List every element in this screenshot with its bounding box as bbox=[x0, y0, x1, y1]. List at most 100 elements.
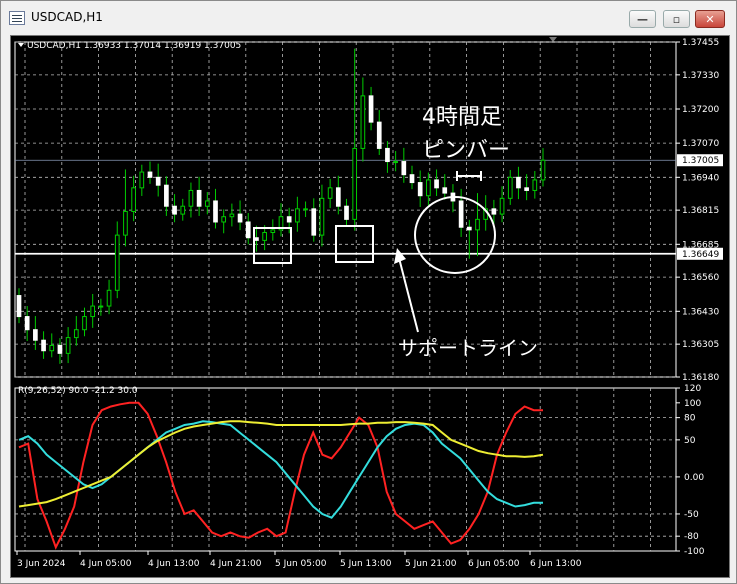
annotation-support-line: サポートライン bbox=[398, 336, 538, 360]
minimize-icon: — bbox=[637, 13, 648, 26]
candle bbox=[516, 166, 521, 200]
candle-body bbox=[303, 208, 308, 211]
candle-body bbox=[196, 189, 202, 207]
candle-body bbox=[475, 218, 480, 231]
candle-body bbox=[327, 187, 333, 199]
candle bbox=[450, 184, 456, 213]
candle bbox=[221, 209, 227, 234]
candle bbox=[106, 279, 112, 315]
chart-window: USDCAD,H1 — ▫ ✕ 1.37455 1.37330 1.37200 1.3… bbox=[0, 0, 737, 584]
candle bbox=[41, 331, 46, 359]
oscillator-axis-label: -80 bbox=[684, 532, 699, 542]
candle-body bbox=[213, 200, 218, 223]
candle-body bbox=[524, 187, 529, 191]
candle bbox=[114, 221, 120, 299]
time-axis-label: 5 Jun 13:00 bbox=[340, 559, 392, 569]
candle-body bbox=[499, 197, 505, 215]
candle bbox=[311, 198, 317, 242]
candle-body bbox=[16, 295, 22, 318]
candle bbox=[188, 182, 194, 218]
chart-app-icon bbox=[9, 11, 25, 25]
candle-body bbox=[466, 226, 472, 231]
candle-body bbox=[237, 213, 243, 223]
candle-body bbox=[532, 179, 538, 191]
price-axis-label: 1.36815 bbox=[682, 206, 719, 216]
time-axis-label: 4 Jun 21:00 bbox=[210, 559, 262, 569]
candle bbox=[524, 174, 529, 201]
minimize-button[interactable]: — bbox=[629, 10, 656, 28]
oscillator-axis-label: 80 bbox=[684, 414, 696, 424]
candle-body bbox=[98, 305, 104, 308]
candle bbox=[155, 163, 161, 197]
candle-body bbox=[106, 289, 112, 307]
candle-body bbox=[254, 237, 259, 241]
timeframe-bracket bbox=[456, 171, 482, 181]
candle bbox=[303, 201, 308, 217]
oscillator-axis-label: 100 bbox=[684, 399, 701, 409]
candle bbox=[98, 298, 104, 316]
candle-body bbox=[335, 187, 341, 207]
candle-body bbox=[245, 221, 251, 239]
chart-shift-triangle-icon bbox=[549, 37, 557, 42]
candle-body bbox=[426, 179, 431, 197]
candle-body bbox=[385, 147, 390, 163]
candle bbox=[33, 316, 38, 350]
candle bbox=[57, 338, 63, 364]
candle-body bbox=[516, 176, 521, 189]
candle bbox=[229, 203, 235, 227]
annotation-pinbar: ピンバー bbox=[422, 138, 510, 163]
candle-body bbox=[458, 200, 464, 228]
candle-body bbox=[139, 171, 145, 189]
candle-body bbox=[409, 174, 415, 184]
candle-body bbox=[123, 210, 128, 236]
candle bbox=[335, 175, 341, 215]
candle bbox=[49, 333, 55, 358]
price-axis-label: 1.36180 bbox=[682, 373, 719, 383]
candle-body bbox=[33, 329, 38, 341]
candle-body bbox=[286, 216, 292, 223]
support-arrow-shaft bbox=[398, 257, 419, 333]
candle-body bbox=[155, 176, 161, 186]
candle bbox=[123, 169, 128, 247]
candle-body bbox=[491, 208, 497, 215]
candle bbox=[90, 293, 96, 328]
candle bbox=[376, 110, 382, 155]
chart-canvas[interactable]: 1.37455 1.37330 1.37200 1.37070 1.36940 1.368… bbox=[11, 36, 729, 577]
time-axis-label: 5 Jun 21:00 bbox=[405, 559, 457, 569]
candle-body bbox=[295, 208, 300, 223]
candle bbox=[532, 171, 538, 199]
candle bbox=[131, 175, 136, 222]
candle-body bbox=[344, 205, 349, 220]
candle bbox=[278, 203, 284, 237]
candle-body bbox=[180, 205, 186, 215]
candle bbox=[319, 184, 325, 247]
candle-body bbox=[229, 213, 235, 218]
price-axis-label: 1.37200 bbox=[682, 105, 719, 115]
candle bbox=[180, 198, 186, 221]
close-button[interactable]: ✕ bbox=[695, 10, 725, 28]
candle bbox=[507, 169, 513, 205]
oscillator-axis-label: 120 bbox=[684, 384, 701, 394]
candle bbox=[442, 174, 448, 200]
price-axis-label: 1.36305 bbox=[682, 340, 719, 350]
candle bbox=[327, 178, 333, 209]
time-axis-label: 3 Jun 2024 bbox=[17, 559, 66, 569]
oscillator-axis-label: -50 bbox=[684, 510, 699, 520]
title-bar[interactable]: USDCAD,H1 — ▫ ✕ bbox=[1, 1, 736, 35]
candle-body bbox=[90, 305, 96, 318]
support-price-label: 1.36649 bbox=[682, 250, 719, 260]
candle-body bbox=[319, 197, 325, 236]
candle bbox=[245, 213, 251, 245]
time-axis-label: 5 Jun 05:00 bbox=[275, 559, 327, 569]
candle-body bbox=[442, 187, 448, 194]
candle bbox=[540, 148, 546, 187]
symbol-info: USDCAD,H1 1.36933 1.37014 1.36919 1.3700… bbox=[27, 41, 241, 51]
candle bbox=[213, 188, 218, 229]
chart-area[interactable]: 1.37455 1.37330 1.37200 1.37070 1.36940 1.368… bbox=[10, 35, 730, 578]
candle-body bbox=[147, 171, 153, 178]
candle bbox=[139, 164, 145, 196]
candle bbox=[270, 219, 276, 241]
candle bbox=[82, 307, 87, 337]
candle-body bbox=[172, 205, 177, 215]
maximize-button[interactable]: ▫ bbox=[663, 10, 690, 28]
